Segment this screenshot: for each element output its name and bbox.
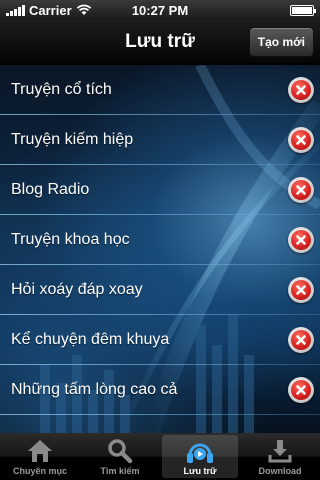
nav-bar: Lưu trữ Tạo mới [0, 20, 320, 64]
delete-icon[interactable] [288, 127, 314, 153]
list-item-label: Blog Radio [11, 181, 90, 198]
list-item[interactable]: Kể chuyện đêm khuya [0, 315, 320, 365]
list-item-label: Truyện cổ tích [11, 81, 112, 98]
status-bar: Carrier 10:27 PM [0, 0, 320, 20]
list-item[interactable]: Những tấm lòng cao cả [0, 365, 320, 415]
tab-download[interactable]: Download [240, 433, 320, 480]
list-item-label: Hỏi xoáy đáp xoay [11, 281, 143, 298]
list-item-label: Kể chuyện đêm khuya [11, 331, 170, 348]
list-item-label: Truyện khoa học [11, 231, 130, 248]
tab-label: Lưu trữ [183, 466, 217, 476]
download-icon [265, 437, 295, 465]
tab-bar: Chuyên mục Tìm kiếm Lưu trữ Download [0, 433, 320, 480]
content-area[interactable]: Truyện cổ tích Truyện kiếm hiệp Blog Radio… [0, 65, 320, 433]
wifi-icon [76, 4, 91, 15]
home-icon [25, 437, 55, 465]
delete-icon[interactable] [288, 277, 314, 303]
search-icon [105, 437, 135, 465]
page-title: Lưu trữ [125, 30, 195, 52]
headphones-icon [185, 437, 215, 465]
delete-icon[interactable] [288, 377, 314, 403]
list-item[interactable]: Blog Radio [0, 165, 320, 215]
signal-icon [6, 4, 25, 16]
status-left: Carrier [6, 3, 92, 18]
delete-icon[interactable] [288, 327, 314, 353]
tab-label: Download [258, 466, 302, 476]
storage-list: Truyện cổ tích Truyện kiếm hiệp Blog Radio… [0, 65, 320, 415]
battery-fill [292, 6, 312, 14]
list-item-label: Những tấm lòng cao cả [11, 381, 178, 398]
tab-search[interactable]: Tìm kiếm [80, 433, 160, 480]
list-item[interactable]: Truyện kiếm hiệp [0, 115, 320, 165]
list-item-label: Truyện kiếm hiệp [11, 131, 134, 148]
delete-icon[interactable] [288, 227, 314, 253]
delete-icon[interactable] [288, 177, 314, 203]
delete-icon[interactable] [288, 77, 314, 103]
battery-icon [290, 4, 316, 16]
tab-label: Chuyên mục [12, 466, 67, 476]
carrier-label: Carrier [29, 2, 72, 18]
list-item[interactable]: Truyện khoa học [0, 215, 320, 265]
list-item[interactable]: Truyện cổ tích [0, 65, 320, 115]
tab-headphones[interactable]: Lưu trữ [160, 433, 240, 480]
tab-home[interactable]: Chuyên mục [0, 433, 80, 480]
tab-label: Tìm kiếm [100, 466, 140, 476]
list-item[interactable]: Hỏi xoáy đáp xoay [0, 265, 320, 315]
create-new-button[interactable]: Tạo mới [248, 27, 314, 57]
